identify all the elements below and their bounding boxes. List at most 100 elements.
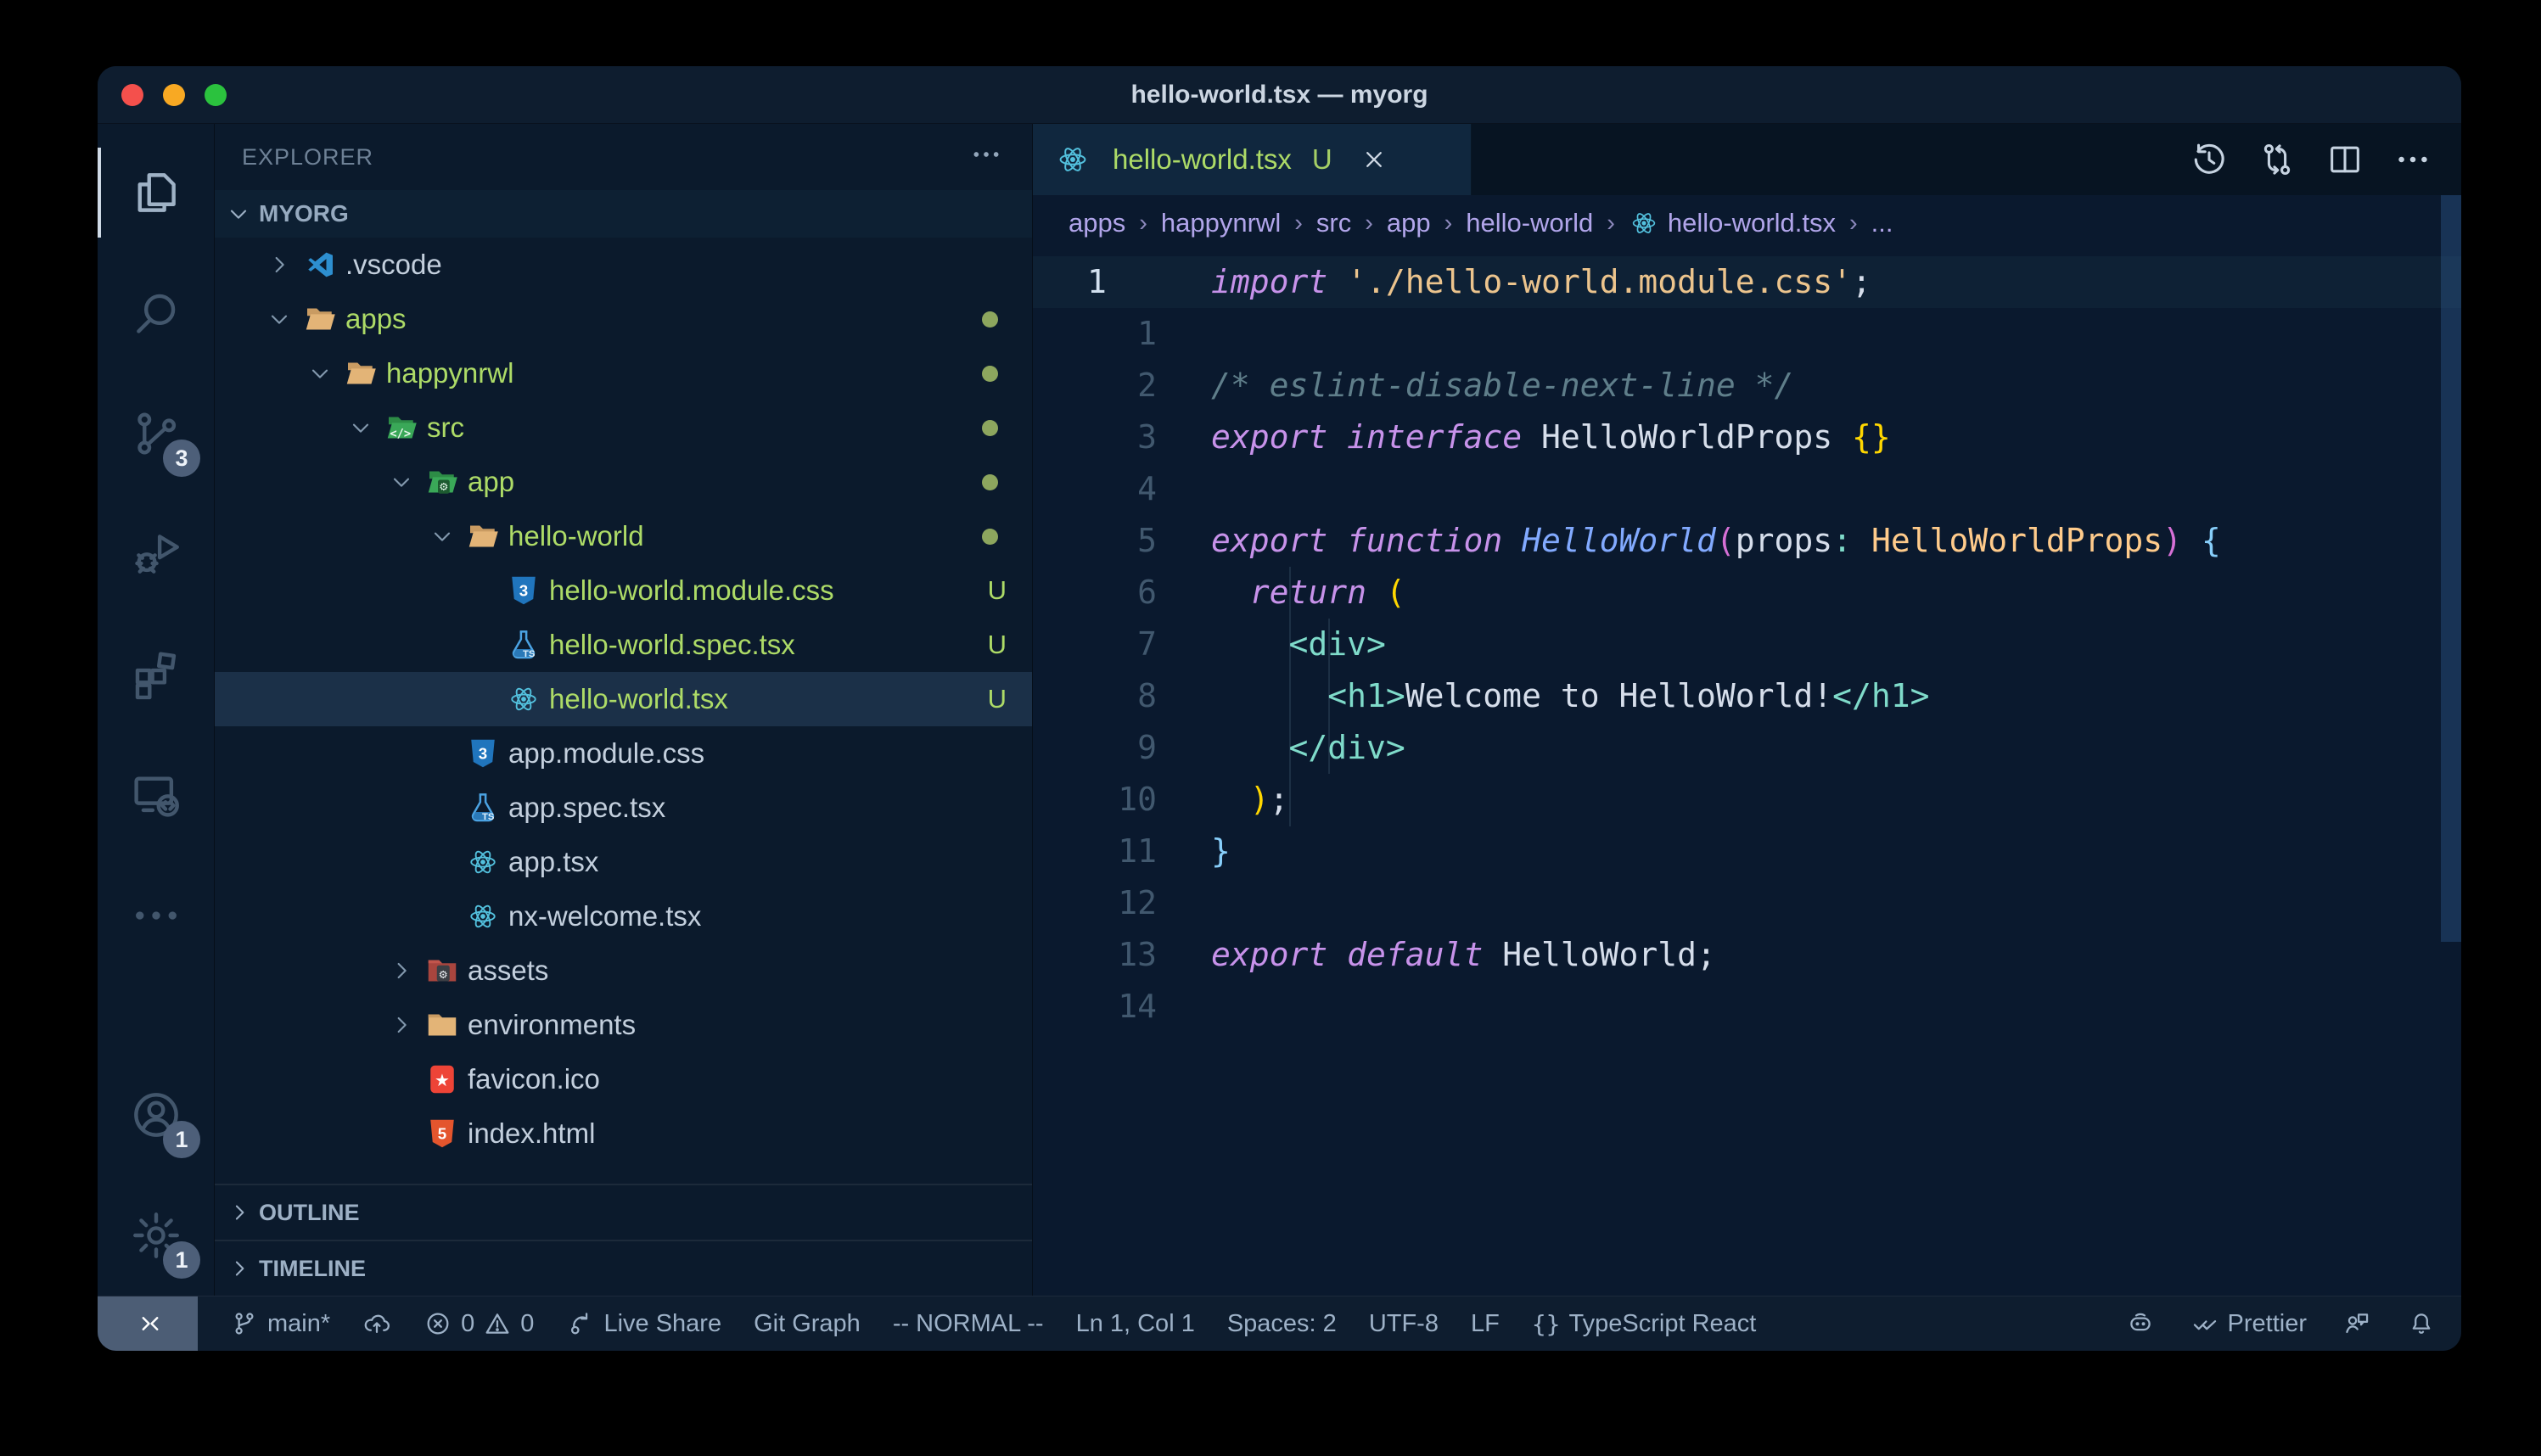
tree-item-app.spec.tsx[interactable]: TSapp.spec.tsx: [215, 781, 1032, 835]
status-encoding[interactable]: UTF-8: [1369, 1310, 1439, 1338]
breadcrumb-separator: ›: [1607, 210, 1615, 238]
split-editor-button[interactable]: [2325, 140, 2364, 179]
chevron-right-icon: [388, 1011, 425, 1039]
breadcrumb-item-apps[interactable]: apps: [1069, 208, 1125, 238]
status-notifications[interactable]: [2407, 1309, 2436, 1338]
code-editor[interactable]: 1import './hello-world.module.css';12/* …: [1033, 251, 2461, 1296]
favicon-icon: ★: [425, 1062, 468, 1096]
tree-item-app.tsx[interactable]: app.tsx: [215, 835, 1032, 889]
status-git-graph[interactable]: Git Graph: [754, 1310, 861, 1338]
status-label: Live Share: [603, 1310, 721, 1338]
tree-item-nx-welcome.tsx[interactable]: nx-welcome.tsx: [215, 889, 1032, 944]
tree-item-hello-world.tsx[interactable]: hello-world.tsxU: [215, 672, 1032, 726]
files-icon: [128, 165, 184, 221]
status-cursor-position[interactable]: Ln 1, Col 1: [1076, 1310, 1195, 1338]
tree-item-apps[interactable]: apps: [215, 292, 1032, 346]
tree-item-environments[interactable]: environments: [215, 998, 1032, 1052]
tree-item-assets[interactable]: ⚙assets: [215, 944, 1032, 998]
error-icon: [424, 1309, 452, 1338]
status-remote-indicator[interactable]: [98, 1296, 198, 1351]
tree-item-label: hello-world.module.css: [549, 574, 834, 607]
tree-item-index.html[interactable]: 5index.html: [215, 1106, 1032, 1161]
breadcrumb-item-...[interactable]: ...: [1871, 208, 1893, 238]
activity-item-settings[interactable]: 1: [98, 1175, 214, 1296]
svg-text:TS: TS: [523, 649, 536, 659]
activity-item-more-views[interactable]: [98, 855, 214, 976]
tree-item-label: src: [427, 412, 464, 444]
line-number: 10: [1033, 774, 1157, 826]
breadcrumb-item-hello-world[interactable]: hello-world: [1466, 208, 1593, 238]
tree-item-app[interactable]: ⚙app: [215, 455, 1032, 509]
code-text: export interface HelloWorldProps {}: [1157, 412, 1891, 463]
status-label: -- NORMAL --: [893, 1310, 1044, 1338]
tree-item-favicon.ico[interactable]: ★favicon.ico: [215, 1052, 1032, 1106]
activity-item-run-debug[interactable]: [98, 494, 214, 614]
breadcrumb-item-src[interactable]: src: [1316, 208, 1351, 238]
status-language-mode[interactable]: {}TypeScript React: [1532, 1310, 1757, 1338]
activity-item-search[interactable]: [98, 253, 214, 373]
status-problems[interactable]: 00: [424, 1309, 534, 1338]
code-text: </div>: [1157, 722, 1405, 774]
tab-git-status-badge: U: [1312, 143, 1332, 176]
code-line: 11}: [1033, 826, 2461, 877]
git-modified-dot-badge: [982, 366, 998, 382]
svg-text:5: 5: [438, 1124, 446, 1142]
vscode-icon: [303, 248, 345, 282]
activity-item-remote-explorer[interactable]: [98, 735, 214, 855]
tree-item-hello-world.module.css[interactable]: 3hello-world.module.cssU: [215, 563, 1032, 618]
activity-item-source-control[interactable]: 3: [98, 373, 214, 494]
line-number: 3: [1033, 412, 1157, 463]
activity-item-accounts[interactable]: 1: [98, 1055, 214, 1175]
minimize-window-button[interactable]: [163, 84, 185, 106]
breadcrumb-separator: ›: [1444, 210, 1453, 238]
section-myorg[interactable]: MYORG: [215, 190, 1032, 238]
section-outline[interactable]: OUTLINE: [215, 1184, 1032, 1240]
status-eol[interactable]: LF: [1471, 1310, 1500, 1338]
status-sync-changes[interactable]: [362, 1309, 391, 1338]
tab-close-button[interactable]: [1360, 145, 1388, 174]
checks-icon: [2190, 1309, 2219, 1338]
breadcrumb-item-happynrwl[interactable]: happynrwl: [1161, 208, 1281, 238]
code-line: 14: [1033, 981, 2461, 1033]
explorer-header-label: EXPLORER: [242, 144, 373, 171]
breadcrumb-separator: ›: [1139, 210, 1147, 238]
open-changes-button[interactable]: [2258, 140, 2297, 179]
line-number: 1: [1033, 308, 1157, 360]
code-line: 5export function HelloWorld(props: Hello…: [1033, 515, 2461, 567]
line-number: 14: [1033, 981, 1157, 1033]
tree-item-label: environments: [468, 1009, 636, 1041]
status-feedback[interactable]: [2342, 1309, 2371, 1338]
tree-item-app.module.css[interactable]: 3app.module.css: [215, 726, 1032, 781]
zoom-window-button[interactable]: [205, 84, 227, 106]
section-timeline[interactable]: TIMELINE: [215, 1240, 1032, 1296]
editor-actions: [2190, 124, 2461, 195]
activity-item-explorer[interactable]: [98, 132, 214, 253]
more-actions-button[interactable]: [2393, 140, 2432, 179]
activity-item-extensions[interactable]: [98, 614, 214, 735]
tree-item-happynrwl[interactable]: happynrwl: [215, 346, 1032, 400]
chevron-down-icon: [388, 468, 425, 496]
status-live-share[interactable]: Live Share: [566, 1309, 721, 1338]
editor-scrollbar[interactable]: [2441, 195, 2461, 942]
close-window-button[interactable]: [121, 84, 143, 106]
status-indentation[interactable]: Spaces: 2: [1227, 1310, 1337, 1338]
tree-item-.vscode[interactable]: .vscode: [215, 238, 1032, 292]
activity-bar: 3 11: [98, 124, 215, 1296]
code-text: export default HelloWorld;: [1157, 929, 1716, 981]
status-git-branch[interactable]: main*: [230, 1309, 330, 1338]
open-timeline-button[interactable]: [2190, 140, 2229, 179]
status-prettier[interactable]: Prettier: [2190, 1309, 2307, 1338]
breadcrumb-item-hello-world.tsx[interactable]: hello-world.tsx: [1629, 208, 1836, 238]
tree-item-hello-world[interactable]: hello-world: [215, 509, 1032, 563]
tree-item-hello-world.spec.tsx[interactable]: TShello-world.spec.tsxU: [215, 618, 1032, 672]
window-title: hello-world.tsx — myorg: [1130, 81, 1428, 109]
breadcrumb-item-app[interactable]: app: [1387, 208, 1431, 238]
breadcrumb-label: hello-world.tsx: [1668, 208, 1836, 238]
react-icon: [1629, 208, 1659, 238]
tab-hello-world-tsx[interactable]: hello-world.tsx U: [1033, 124, 1472, 195]
status-copilot[interactable]: [2126, 1309, 2155, 1338]
explorer-more-actions-button[interactable]: [969, 137, 1003, 177]
status-vim-mode[interactable]: -- NORMAL --: [893, 1310, 1044, 1338]
tree-item-src[interactable]: </>src: [215, 400, 1032, 455]
tree-item-label: nx-welcome.tsx: [508, 900, 701, 932]
